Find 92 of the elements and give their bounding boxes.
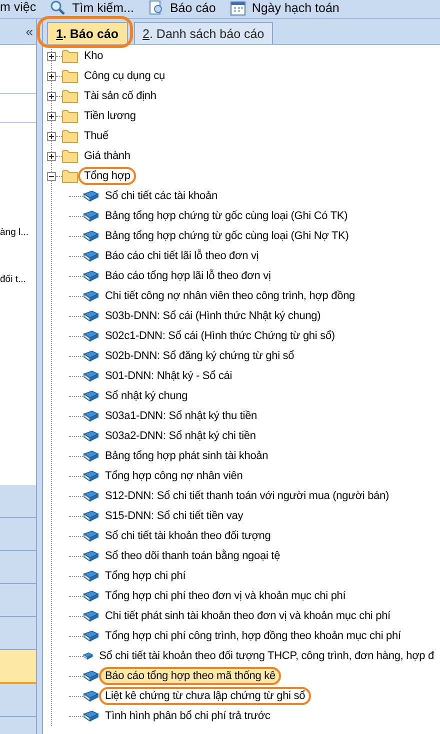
tree-item[interactable]: Liệt kê chứng từ chưa lập chứng từ ghi sổ: [99, 687, 312, 705]
book-icon: [83, 250, 99, 262]
book-icon: [83, 670, 99, 682]
tree-item[interactable]: Tài sản cố định: [78, 87, 162, 105]
tree-item[interactable]: Tiền lương: [78, 107, 142, 125]
side-list-row[interactable]: [0, 584, 36, 617]
tree-item[interactable]: Báo cáo chi tiết lãi lỗ theo đơn vị: [99, 247, 265, 265]
toolbar-label[interactable]: Báo cáo: [170, 1, 216, 15]
book-icon: [83, 210, 99, 222]
book-icon: [83, 270, 99, 282]
book-icon: [83, 330, 99, 342]
tab[interactable]: 1. Báo cáo: [47, 22, 128, 44]
tree-item[interactable]: Thuế: [78, 127, 114, 145]
tree-item[interactable]: Công cụ dụng cụ: [78, 67, 171, 85]
tree-item[interactable]: S03a2-DNN: Sổ nhật ký chi tiền: [99, 427, 262, 445]
book-icon: [83, 350, 99, 362]
folder-icon: [62, 129, 78, 143]
folder-icon: [62, 69, 78, 83]
tree-item[interactable]: Chi tiết công nợ nhân viên theo công trình, hợp đồng: [99, 287, 362, 305]
folder-icon: [62, 109, 78, 123]
calendar-icon: [230, 0, 246, 16]
book-icon: [83, 430, 99, 442]
tree-item[interactable]: Bảng tổng hợp chứng từ gốc cùng loại (Ghi Có TK): [99, 207, 354, 225]
book-icon: [83, 530, 99, 542]
tree-item[interactable]: Giá thành: [78, 147, 136, 165]
tab[interactable]: 2. Danh sách báo cáo: [134, 22, 274, 44]
expand-icon[interactable]: [47, 132, 56, 140]
book-icon: [83, 610, 99, 622]
list-text: àng l...: [0, 227, 29, 238]
tree-item[interactable]: Bảng tổng hợp chứng từ gốc cùng loại (Ghi Nợ TK): [99, 227, 355, 245]
book-icon: [83, 710, 99, 722]
side-list-row[interactable]: [0, 518, 36, 551]
expand-icon[interactable]: [47, 92, 56, 100]
side-list-row[interactable]: [0, 684, 36, 717]
book-icon: [83, 510, 99, 522]
expand-icon[interactable]: [47, 52, 56, 60]
tree-item[interactable]: Chi tiết phát sinh tài khoản theo đơn vị và khoản mục chi phí: [99, 607, 396, 625]
book-icon: [83, 290, 99, 302]
book-icon: [83, 630, 99, 642]
tree-item[interactable]: Sổ chi tiết các tài khoản: [99, 187, 224, 205]
book-icon: [83, 310, 99, 322]
list-text: đối t...: [0, 274, 26, 285]
collapse-icon[interactable]: [47, 172, 56, 180]
expand-icon[interactable]: [47, 72, 56, 80]
tree-item[interactable]: Báo cáo tổng hợp lãi lỗ theo đơn vị: [99, 267, 277, 285]
book-icon: [83, 230, 99, 242]
folder-icon: [62, 89, 78, 103]
tree-item[interactable]: Tổng hợp: [78, 167, 136, 185]
book-icon: [83, 590, 99, 602]
tree-item[interactable]: Tổng hợp công nợ nhân viên: [99, 467, 249, 485]
book-icon: [83, 690, 99, 702]
expand-icon[interactable]: [47, 152, 56, 160]
tree-item[interactable]: Tổng hợp chi phí: [99, 567, 192, 585]
side-list-row[interactable]: [0, 551, 36, 584]
book-icon: [83, 470, 99, 482]
folder-icon: [62, 169, 78, 183]
tree-item[interactable]: Tổng hợp chi phí công trình, hợp đồng theo khoản mục chi phí: [99, 627, 407, 645]
book-icon: [83, 490, 99, 502]
book-icon: [83, 190, 99, 202]
tree-item[interactable]: Sổ theo dõi thanh toán bằng ngoại tệ: [99, 547, 286, 565]
tree-item[interactable]: S03b-DNN: Sổ cái (Hình thức Nhật ký chung): [99, 307, 327, 325]
side-list-row[interactable]: [0, 617, 36, 650]
book-icon: [83, 390, 99, 402]
tree-item[interactable]: Tình hình phân bổ chi phí trả trước: [99, 707, 276, 725]
book-icon: [83, 650, 94, 662]
tree-item[interactable]: Kho: [78, 47, 110, 65]
toolbar-label[interactable]: Ngày hạch toán: [252, 1, 340, 15]
tree-item[interactable]: Sổ nhật ký chung: [99, 387, 194, 405]
folder-icon: [62, 49, 78, 63]
tree-item[interactable]: Báo cáo tổng hợp theo mã thống kê: [99, 667, 282, 685]
expand-icon[interactable]: [47, 112, 56, 120]
tree-item[interactable]: Tổng hợp chi phí theo đơn vị và khoản mục chi phí: [99, 587, 352, 605]
folder-icon: [62, 149, 78, 163]
toolbar-label[interactable]: m việc: [0, 0, 36, 14]
tree-item[interactable]: Sổ chi tiết tài khoản theo đối tượng THCP, công trình, đơn hàng, hợp đ: [93, 647, 440, 665]
toolbar-label[interactable]: Tìm kiếm...: [72, 1, 134, 15]
side-list-row[interactable]: [0, 650, 36, 684]
side-list-row[interactable]: [0, 485, 36, 518]
tree-item[interactable]: S02c1-DNN: Sổ cái (Hình thức Chứng từ ghi sổ): [99, 327, 341, 345]
tree-item[interactable]: S01-DNN: Nhật ký - Sổ cái: [99, 367, 238, 385]
book-icon: [83, 370, 99, 382]
search-icon: [50, 0, 66, 16]
book-icon: [83, 450, 99, 462]
tree-item[interactable]: S03a1-DNN: Sổ nhật ký thu tiền: [99, 407, 264, 425]
book-icon: [83, 550, 99, 562]
book-icon: [83, 570, 99, 582]
tree-item[interactable]: S02b-DNN: Sổ đăng ký chứng từ ghi sổ: [99, 347, 300, 365]
tree-item[interactable]: S12-DNN: Sổ chi tiết thanh toán với người mua (người bán): [99, 487, 396, 505]
book-icon: [83, 410, 99, 422]
tree-item[interactable]: S15-DNN: Sổ chi tiết tiền vay: [99, 507, 250, 525]
tree-item[interactable]: Sổ chi tiết tài khoản theo đối tượng: [99, 527, 277, 545]
tree-item[interactable]: Bảng tổng hợp phát sinh tài khoản: [99, 447, 274, 465]
